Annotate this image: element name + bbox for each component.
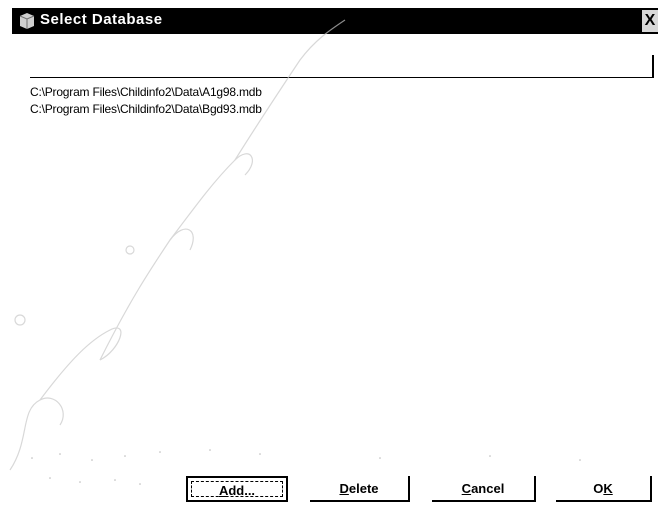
ok-button[interactable]: OK xyxy=(556,476,652,502)
close-button[interactable]: X xyxy=(642,10,658,32)
database-list-item[interactable]: C:\Program Files\Childinfo2\Data\A1g98.m… xyxy=(30,84,650,101)
add-button[interactable]: Add... xyxy=(186,476,288,502)
window-title: Select Database xyxy=(40,11,163,28)
database-path-input[interactable] xyxy=(30,55,652,77)
button-bar: Add... Delete Cancel OK xyxy=(0,470,658,510)
delete-button[interactable]: Delete xyxy=(310,476,410,502)
cancel-button[interactable]: Cancel xyxy=(432,476,536,502)
database-list-item[interactable]: C:\Program Files\Childinfo2\Data\Bgd93.m… xyxy=(30,101,650,118)
title-bar[interactable]: Select Database X xyxy=(12,8,658,34)
database-path-field[interactable] xyxy=(30,55,654,78)
database-app-icon xyxy=(19,13,35,29)
database-list[interactable]: C:\Program Files\Childinfo2\Data\A1g98.m… xyxy=(30,84,650,434)
